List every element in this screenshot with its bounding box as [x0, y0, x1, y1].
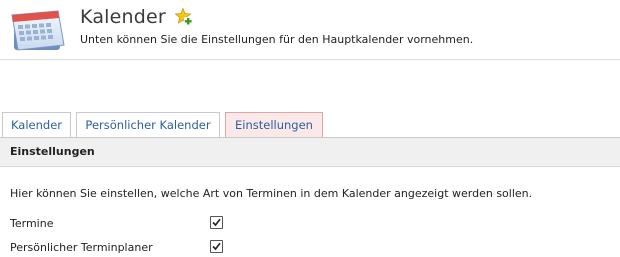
setting-row-termine: Termine — [10, 216, 610, 233]
section-title: Einstellungen — [10, 145, 95, 158]
star-plus-icon[interactable] — [175, 8, 193, 26]
section-description: Hier können Sie einstellen, welche Art v… — [10, 187, 533, 200]
tab-persoenlicher-kalender[interactable]: Persönlicher Kalender — [76, 112, 220, 137]
terminplaner-checkbox[interactable] — [210, 240, 223, 253]
page-header: Kalender Unten können Sie die Einstellun… — [0, 0, 620, 60]
setting-row-terminplaner: Persönlicher Terminplaner — [10, 240, 610, 257]
tab-kalender[interactable]: Kalender — [2, 112, 71, 137]
page-title: Kalender — [80, 6, 166, 28]
termine-checkbox[interactable] — [210, 216, 223, 229]
setting-label: Termine — [10, 217, 54, 230]
section-header: Einstellungen — [0, 138, 620, 167]
tab-bar: Kalender Persönlicher Kalender Einstellu… — [0, 112, 620, 138]
header-divider — [0, 59, 620, 60]
tab-einstellungen[interactable]: Einstellungen — [225, 112, 323, 138]
checkmark-icon — [212, 242, 221, 251]
page-subtitle: Unten können Sie die Einstellungen für d… — [80, 33, 474, 46]
calendar-icon — [11, 10, 65, 51]
setting-label: Persönlicher Terminplaner — [10, 241, 153, 254]
checkmark-icon — [212, 218, 221, 227]
